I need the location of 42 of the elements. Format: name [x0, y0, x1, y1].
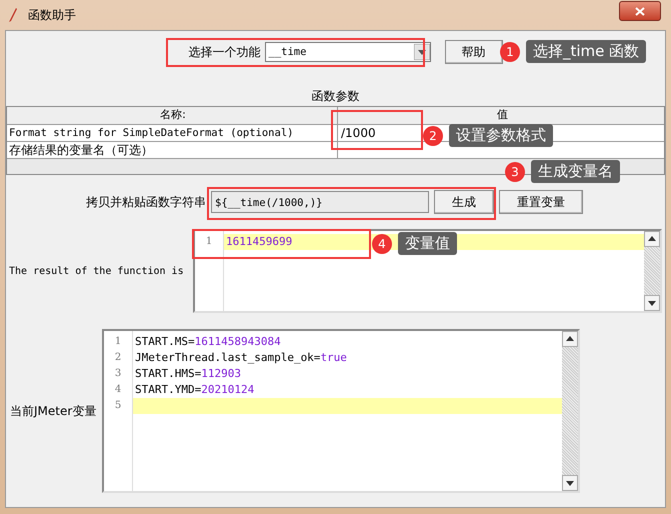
result-label: The result of the function is: [8, 266, 185, 276]
scroll-down-icon[interactable]: [562, 475, 578, 491]
scrollbar[interactable]: [562, 331, 578, 491]
code-text: START.MS=: [135, 335, 195, 348]
code-text: JMeterThread.last_sample_ok=: [135, 351, 320, 364]
window-title: 函数助手: [28, 6, 76, 24]
close-button[interactable]: [619, 1, 661, 21]
parameters-title: 函数参数: [310, 88, 360, 105]
code-text: 1611458943084: [194, 335, 281, 348]
close-icon: [635, 6, 645, 16]
line-number: 1: [114, 335, 122, 349]
line-number: 5: [114, 399, 122, 413]
scrollbar[interactable]: [644, 231, 660, 311]
column-header: 名称:: [7, 107, 338, 125]
code-text: START.YMD=: [135, 383, 202, 396]
annotation-label: 选择_time 函数: [526, 40, 646, 63]
help-button[interactable]: 帮助: [444, 40, 502, 64]
scroll-down-icon[interactable]: [644, 295, 660, 311]
scroll-up-icon[interactable]: [644, 231, 660, 247]
column-header: 值: [338, 107, 664, 125]
line-number: 2: [114, 351, 122, 365]
code-text: 20210124: [201, 383, 254, 396]
generate-button[interactable]: 生成: [434, 190, 494, 214]
pencil-icon: [8, 7, 18, 23]
variables-label: 当前JMeter变量: [9, 402, 98, 420]
reset-button[interactable]: 重置变量: [499, 190, 583, 214]
variables-editor[interactable]: 1 2 3 4 5 START.MS=1611458943084 JMeterThread.last_sample_ok=true START.HMS=112903 START.YMD=20210124: [102, 329, 580, 493]
function-string-label: 拷贝并粘贴函数字符串: [85, 194, 206, 210]
code-text: START.HMS=: [135, 367, 202, 380]
annotation-label: 生成变量名: [531, 160, 620, 183]
function-label: 选择一个功能: [188, 44, 260, 60]
line-number: 1: [204, 235, 214, 249]
line-number: 4: [114, 383, 122, 397]
annotation-label: 变量值: [398, 232, 457, 255]
function-dropdown[interactable]: __time: [264, 42, 430, 62]
line-number: 3: [114, 367, 122, 381]
code-text: 1611459699: [226, 235, 292, 248]
function-string-field[interactable]: ${__time(/1000,)}: [211, 191, 429, 213]
annotation-label: 设置参数格式: [449, 124, 553, 147]
code-text: true: [320, 351, 347, 364]
scroll-up-icon[interactable]: [562, 331, 578, 347]
code-text: 112903: [201, 367, 241, 380]
